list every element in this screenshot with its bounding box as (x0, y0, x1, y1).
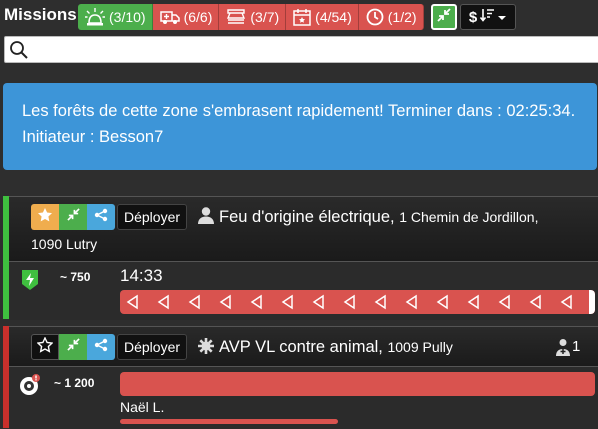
progress-arrow-icon (219, 294, 231, 310)
mission-credits: ~ 1 200 (54, 376, 95, 390)
mission-name: Feu d'origine électrique, (219, 208, 395, 226)
mission-card: Déployer Feu d'origine électrique, 1 Che… (3, 196, 598, 320)
mission-progress-bar (120, 290, 595, 314)
compress-icon (66, 338, 80, 356)
mission-timer: 14:33 (120, 266, 163, 285)
deploy-button[interactable]: Déployer (117, 204, 188, 230)
filter-ambulance-count: (6/6) (183, 9, 213, 25)
progress-arrow-icon (436, 294, 448, 310)
filter-planned-button[interactable]: (4/54) (286, 4, 359, 30)
sort-button[interactable]: $ (460, 4, 516, 30)
progress-arrow-icon (188, 294, 200, 310)
search-icon (9, 40, 29, 65)
alliance-gear-icon (197, 337, 215, 360)
filter-emergency-count: (3/10) (109, 9, 146, 25)
mission-header: Déployer AVP VL contre animal, 1009 Pull… (9, 326, 598, 367)
compress-icon (437, 7, 451, 27)
progress-arrow-icon (126, 294, 138, 310)
missions-header: Missions (3/10) (6/6) (3/7) (4/54) (1/2)… (0, 0, 598, 34)
calendar-icon (292, 7, 312, 27)
progress-arrow-icon (343, 294, 355, 310)
patient-count: 1 (572, 338, 581, 355)
accident-icon (19, 374, 41, 401)
police-icon (225, 7, 247, 27)
progress-arrow-icon (281, 294, 293, 310)
progress-arrows (126, 294, 572, 310)
filter-timed-count: (1/2) (387, 9, 417, 25)
ambulance-icon (159, 8, 181, 26)
patient-status-bar (120, 419, 338, 424)
collapse-missions-button[interactable] (431, 4, 457, 30)
filter-police-count: (3/7) (250, 9, 280, 25)
mission-address: 1 Chemin de Jordillon, (399, 209, 539, 225)
progress-arrow-icon (250, 294, 262, 310)
filter-ambulance-button[interactable]: (6/6) (152, 4, 220, 30)
user-icon (197, 206, 215, 229)
mission-title[interactable]: AVP VL contre animal, 1009 Pully (219, 334, 453, 360)
progress-arrow-icon (467, 294, 479, 310)
mission-type-icon (20, 269, 40, 296)
mission-body: ~ 1 200 Naël L. (9, 366, 598, 429)
mission-credits: ~ 750 (60, 270, 91, 284)
compress-icon (66, 208, 80, 226)
progress-arrow-icon (312, 294, 324, 310)
star-button[interactable] (31, 334, 59, 360)
deploy-button[interactable]: Déployer (117, 334, 188, 360)
share-icon (94, 208, 108, 227)
sort-currency-label: $ (468, 8, 478, 26)
missions-title: Missions (4, 5, 77, 24)
progress-end-marker (589, 290, 595, 314)
progress-arrow-icon (560, 294, 572, 310)
star-button[interactable] (31, 204, 59, 230)
collapse-mission-button[interactable] (59, 204, 87, 230)
share-button[interactable] (87, 334, 115, 360)
patient-icon (555, 338, 571, 361)
progress-arrow-icon (529, 294, 541, 310)
collapse-mission-button[interactable] (59, 334, 87, 360)
star-outline-icon (36, 335, 54, 358)
mission-header: Déployer Feu d'origine électrique, 1 Che… (9, 196, 598, 262)
mission-address: 1009 Pully (387, 339, 453, 355)
mission-title[interactable]: Feu d'origine électrique, 1 Chemin de Jo… (219, 204, 538, 230)
progress-arrow-icon (157, 294, 169, 310)
progress-arrow-icon (498, 294, 510, 310)
filter-planned-count: (4/54) (315, 9, 352, 25)
filter-timed-button[interactable]: (1/2) (358, 4, 424, 30)
filter-police-button[interactable]: (3/7) (219, 4, 287, 30)
mission-filters: (3/10) (6/6) (3/7) (4/54) (1/2) (78, 4, 424, 30)
assigned-person: Naël L. (120, 399, 165, 415)
mission-name: AVP VL contre animal, (219, 338, 383, 356)
mission-body: ~ 750 14:33 (9, 261, 598, 320)
progress-arrow-icon (374, 294, 386, 310)
search-input[interactable] (33, 39, 597, 62)
sort-descending-icon (479, 7, 495, 27)
share-icon (94, 338, 108, 357)
mission-progress-bar (120, 372, 595, 396)
clock-icon (365, 7, 385, 27)
siren-icon (84, 7, 106, 27)
progress-arrow-icon (405, 294, 417, 310)
alliance-event-alert: Les forêts de cette zone s'embrasent rap… (3, 83, 597, 170)
star-icon (37, 207, 53, 228)
search-box (4, 36, 598, 63)
mission-card: Déployer AVP VL contre animal, 1009 Pull… (3, 326, 598, 429)
mission-address-line2: 1090 Lutry (31, 236, 98, 252)
filter-emergency-button[interactable]: (3/10) (78, 4, 153, 30)
chevron-down-icon (497, 9, 507, 26)
share-button[interactable] (87, 204, 115, 230)
